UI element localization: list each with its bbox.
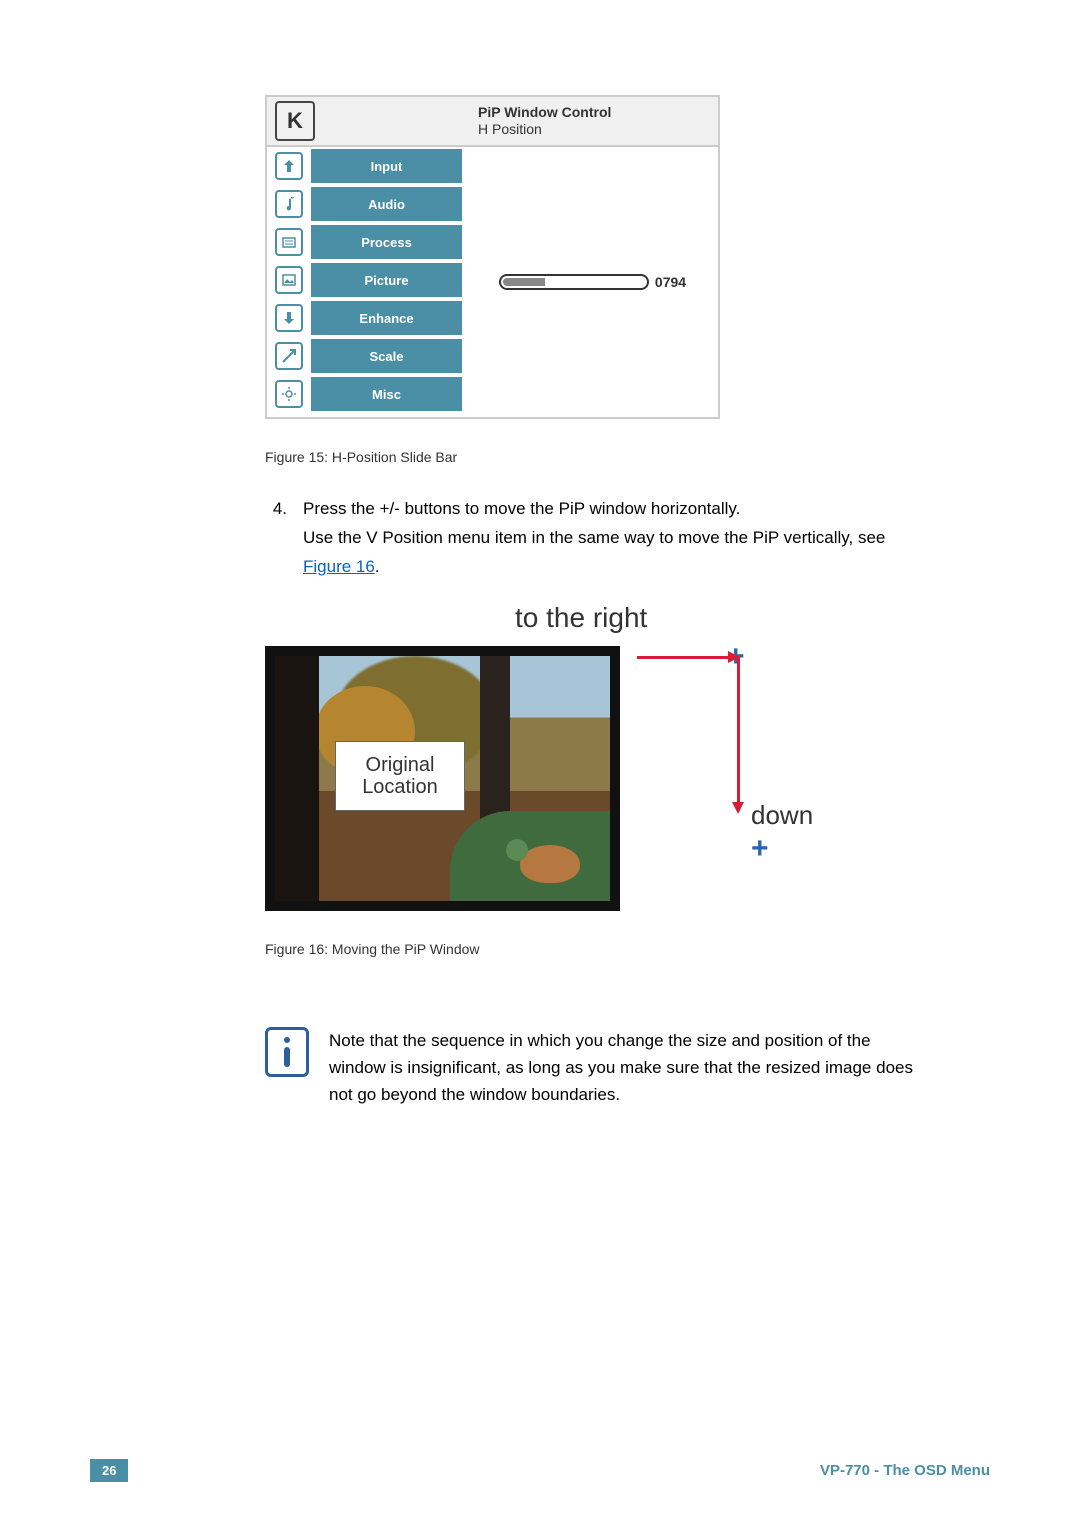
scale-icon xyxy=(275,342,303,370)
page-number: 26 xyxy=(90,1459,128,1482)
step-line1: Press the +/- buttons to move the PiP wi… xyxy=(303,499,740,518)
page-footer: 26 VP-770 - The OSD Menu xyxy=(90,1459,990,1482)
plus-down-icon: + xyxy=(751,832,769,866)
down-label: down xyxy=(751,800,813,831)
input-icon xyxy=(275,152,303,180)
osd-item-process[interactable]: Process xyxy=(267,223,467,261)
original-location-box: Original Location xyxy=(335,741,465,811)
instruction-step-4: 4. Press the +/- buttons to move the PiP… xyxy=(265,495,915,582)
info-icon xyxy=(265,1027,309,1077)
osd-header: K PiP Window Control H Position xyxy=(267,97,718,147)
osd-item-input[interactable]: Input xyxy=(267,147,467,185)
osd-item-label: Misc xyxy=(311,377,462,411)
osd-title: PiP Window Control H Position xyxy=(478,104,611,138)
osd-menu-list: Input Audio Process xyxy=(267,147,467,417)
slider-fill xyxy=(503,278,545,286)
process-icon xyxy=(275,228,303,256)
enhance-icon xyxy=(275,304,303,332)
osd-panel: 0794 xyxy=(467,147,718,417)
osd-menu-screenshot: K PiP Window Control H Position Input xyxy=(265,95,720,419)
osd-item-label: Picture xyxy=(311,263,462,297)
picture-icon xyxy=(275,266,303,294)
slider-track[interactable] xyxy=(499,274,649,290)
figure-16-link[interactable]: Figure 16 xyxy=(303,557,375,576)
misc-icon xyxy=(275,380,303,408)
document-title: VP-770 - The OSD Menu xyxy=(820,1462,990,1479)
osd-item-label: Input xyxy=(311,149,462,183)
note-text: Note that the sequence in which you chan… xyxy=(329,1027,915,1109)
osd-item-label: Audio xyxy=(311,187,462,221)
osd-item-picture[interactable]: Picture xyxy=(267,261,467,299)
photo-duck xyxy=(520,845,580,883)
page-content: K PiP Window Control H Position Input xyxy=(165,95,915,1108)
step-line2b: . xyxy=(375,557,380,576)
arrow-down-icon xyxy=(737,656,740,811)
osd-title-line1: PiP Window Control xyxy=(478,104,611,121)
h-position-slider[interactable]: 0794 xyxy=(499,274,686,290)
osd-item-enhance[interactable]: Enhance xyxy=(267,299,467,337)
audio-icon xyxy=(275,190,303,218)
figure-15-caption: Figure 15: H-Position Slide Bar xyxy=(265,449,915,465)
to-the-right-label: to the right xyxy=(515,602,647,634)
osd-item-audio[interactable]: Audio xyxy=(267,185,467,223)
osd-body: Input Audio Process xyxy=(267,147,718,417)
info-note: Note that the sequence in which you chan… xyxy=(265,1027,915,1109)
osd-item-label: Enhance xyxy=(311,301,462,335)
osd-title-line2: H Position xyxy=(478,121,611,138)
step-number: 4. xyxy=(265,495,287,582)
step-line2a: Use the V Position menu item in the same… xyxy=(303,528,885,547)
photo-tree xyxy=(275,656,319,901)
pip-photo: Original Location xyxy=(265,646,620,911)
figure-16: to the right + down + Original Location xyxy=(265,602,825,911)
osd-item-scale[interactable]: Scale xyxy=(267,337,467,375)
brand-logo-icon: K xyxy=(275,101,315,141)
figure-16-caption: Figure 16: Moving the PiP Window xyxy=(265,941,915,957)
osd-item-label: Process xyxy=(311,225,462,259)
step-text: Press the +/- buttons to move the PiP wi… xyxy=(303,495,915,582)
osd-item-label: Scale xyxy=(311,339,462,373)
slider-value: 0794 xyxy=(655,274,686,290)
osd-item-misc[interactable]: Misc xyxy=(267,375,467,413)
arrow-right-icon xyxy=(637,656,737,659)
